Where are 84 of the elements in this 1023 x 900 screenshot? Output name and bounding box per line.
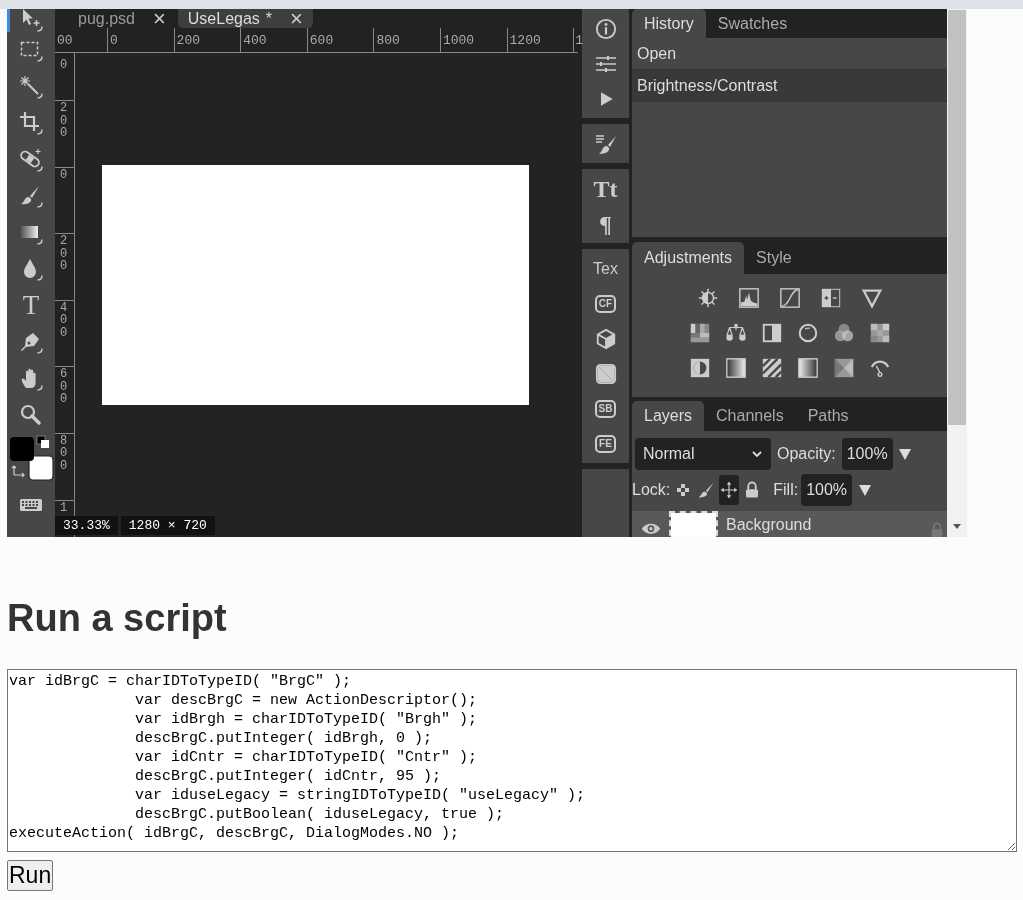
- ruler-label: 600: [60, 367, 68, 406]
- ruler-label: 1000: [442, 33, 475, 48]
- ruler-label: 0: [110, 33, 118, 48]
- script-field[interactable]: var idBrgC = charIDToTypeID( "BrgC" ); var descBrgC = new ActionDescriptor(); var idBrgh = charIDToTypeID( "Brgh" ); descBrgC.putInteger( idBrgh, 0 ); var idCntr = charIDToTypeID( "Cntr" ); descBrgC.putInteger( idCntr, 95 ); var iduseLegacy = stringIDToTypeID( "useLegacy" ); descBrgC.putBoolean( iduseLegacy, true ); executeAction( idBrgC, descBrgC, DialogModes.NO );: [7, 668, 1017, 852]
- scroll-down-arrow-icon[interactable]: [953, 524, 961, 529]
- history-item[interactable]: Brightness/Contrast: [632, 70, 947, 102]
- opacity-label: Opacity:: [777, 444, 836, 464]
- curve-icon[interactable]: [778, 287, 801, 310]
- panel-tab[interactable]: Channels: [704, 401, 796, 431]
- dropdown-arrow-icon[interactable]: [859, 484, 872, 496]
- close-tab-button[interactable]: ×: [290, 9, 303, 28]
- info-icon[interactable]: [594, 17, 617, 40]
- tab-title: UseLegas: [187, 9, 260, 28]
- panel-toggle[interactable]: Tt: [593, 176, 618, 201]
- bandage-icon: [19, 147, 43, 172]
- panel-toggle[interactable]: SB: [594, 399, 617, 418]
- tool-button[interactable]: T: [7, 287, 55, 324]
- panel-toggle[interactable]: FE: [595, 434, 616, 453]
- stripes-icon[interactable]: [760, 357, 783, 380]
- sun-icon[interactable]: [696, 287, 719, 310]
- tab-title: pug.psd: [78, 9, 135, 28]
- ruler-label: 1200: [509, 33, 541, 48]
- triangle-icon[interactable]: [860, 287, 883, 310]
- document-tab[interactable]: pug.psd ×: [68, 9, 176, 28]
- page-heading: Run a script: [7, 597, 228, 641]
- ruler-label: 200: [60, 101, 68, 140]
- diagonal-square-icon[interactable]: [594, 362, 617, 385]
- opacity-field[interactable]: 100%: [841, 438, 893, 470]
- layer-thumbnail: [671, 513, 716, 537]
- half-square-icon[interactable]: [760, 322, 783, 345]
- ruler-label: 1: [575, 33, 583, 48]
- chevron-icon: [751, 450, 763, 458]
- ruler-label: 00: [57, 33, 73, 48]
- ruler-label: 200: [60, 234, 68, 273]
- swatch-grid-icon[interactable]: [688, 322, 711, 345]
- panel-tab[interactable]: Layers: [632, 401, 705, 431]
- document-size: 1280 × 720: [120, 516, 215, 535]
- panel-tab[interactable]: Style: [744, 242, 804, 275]
- ruler-label: 0: [60, 58, 68, 72]
- crop-icon: [19, 111, 43, 136]
- zoom-icon: [19, 403, 43, 428]
- tile-grid-icon[interactable]: [868, 322, 891, 345]
- zoom-level: 33.33%: [55, 516, 118, 535]
- banded-gradient-icon[interactable]: [724, 357, 747, 380]
- gradient-square-icon[interactable]: [796, 357, 819, 380]
- ruler-label: 400: [243, 33, 267, 48]
- histogram-icon[interactable]: [737, 287, 760, 310]
- magic-wand-icon: [19, 74, 43, 99]
- panel-toggle[interactable]: ¶: [599, 211, 612, 236]
- scrollbar[interactable]: [947, 9, 967, 537]
- panel-toggle[interactable]: Tex: [593, 256, 618, 281]
- empty-panel: [582, 469, 629, 537]
- plus-minus-icon[interactable]: [819, 287, 842, 310]
- document-tab[interactable]: UseLegas * ×: [177, 9, 313, 28]
- tool-button[interactable]: [7, 433, 55, 482]
- ruler-label: 600: [309, 33, 334, 48]
- fill-label: Fill:: [773, 480, 799, 500]
- run-button[interactable]: Run: [7, 859, 54, 891]
- modified-mark: *: [265, 9, 273, 28]
- panel-tab[interactable]: Swatches: [705, 9, 800, 38]
- move-arrows-icon: [720, 481, 739, 499]
- ruler-label: 1: [60, 500, 68, 515]
- layer-name: Background: [726, 515, 812, 535]
- ruler-label: 800: [60, 433, 68, 473]
- pen-nib-icon: [19, 330, 43, 355]
- blend-mode-select[interactable]: Normal: [635, 438, 771, 470]
- ruler-label: 200: [176, 33, 200, 48]
- ring-icon[interactable]: [796, 322, 819, 345]
- close-tab-button[interactable]: ×: [152, 9, 166, 28]
- ruler-label: 400: [60, 300, 68, 340]
- hand-icon: [19, 366, 43, 391]
- split-square-icon[interactable]: [832, 357, 855, 380]
- lock-label: Lock:: [632, 480, 671, 500]
- ruler-label: 0: [60, 167, 68, 182]
- layer-row[interactable]: Background: [632, 511, 947, 537]
- panel-tab[interactable]: Paths: [795, 401, 861, 431]
- fill-field[interactable]: 100%: [801, 474, 853, 506]
- lock-toggle[interactable]: [719, 475, 740, 505]
- panel-tab[interactable]: Adjustments: [632, 242, 745, 275]
- dropdown-arrow-icon[interactable]: [898, 448, 911, 460]
- cube-icon[interactable]: [594, 327, 617, 350]
- ruler-label: 800: [376, 33, 400, 48]
- panel-toggle[interactable]: CF: [594, 294, 617, 313]
- panel-tab[interactable]: History: [632, 9, 706, 38]
